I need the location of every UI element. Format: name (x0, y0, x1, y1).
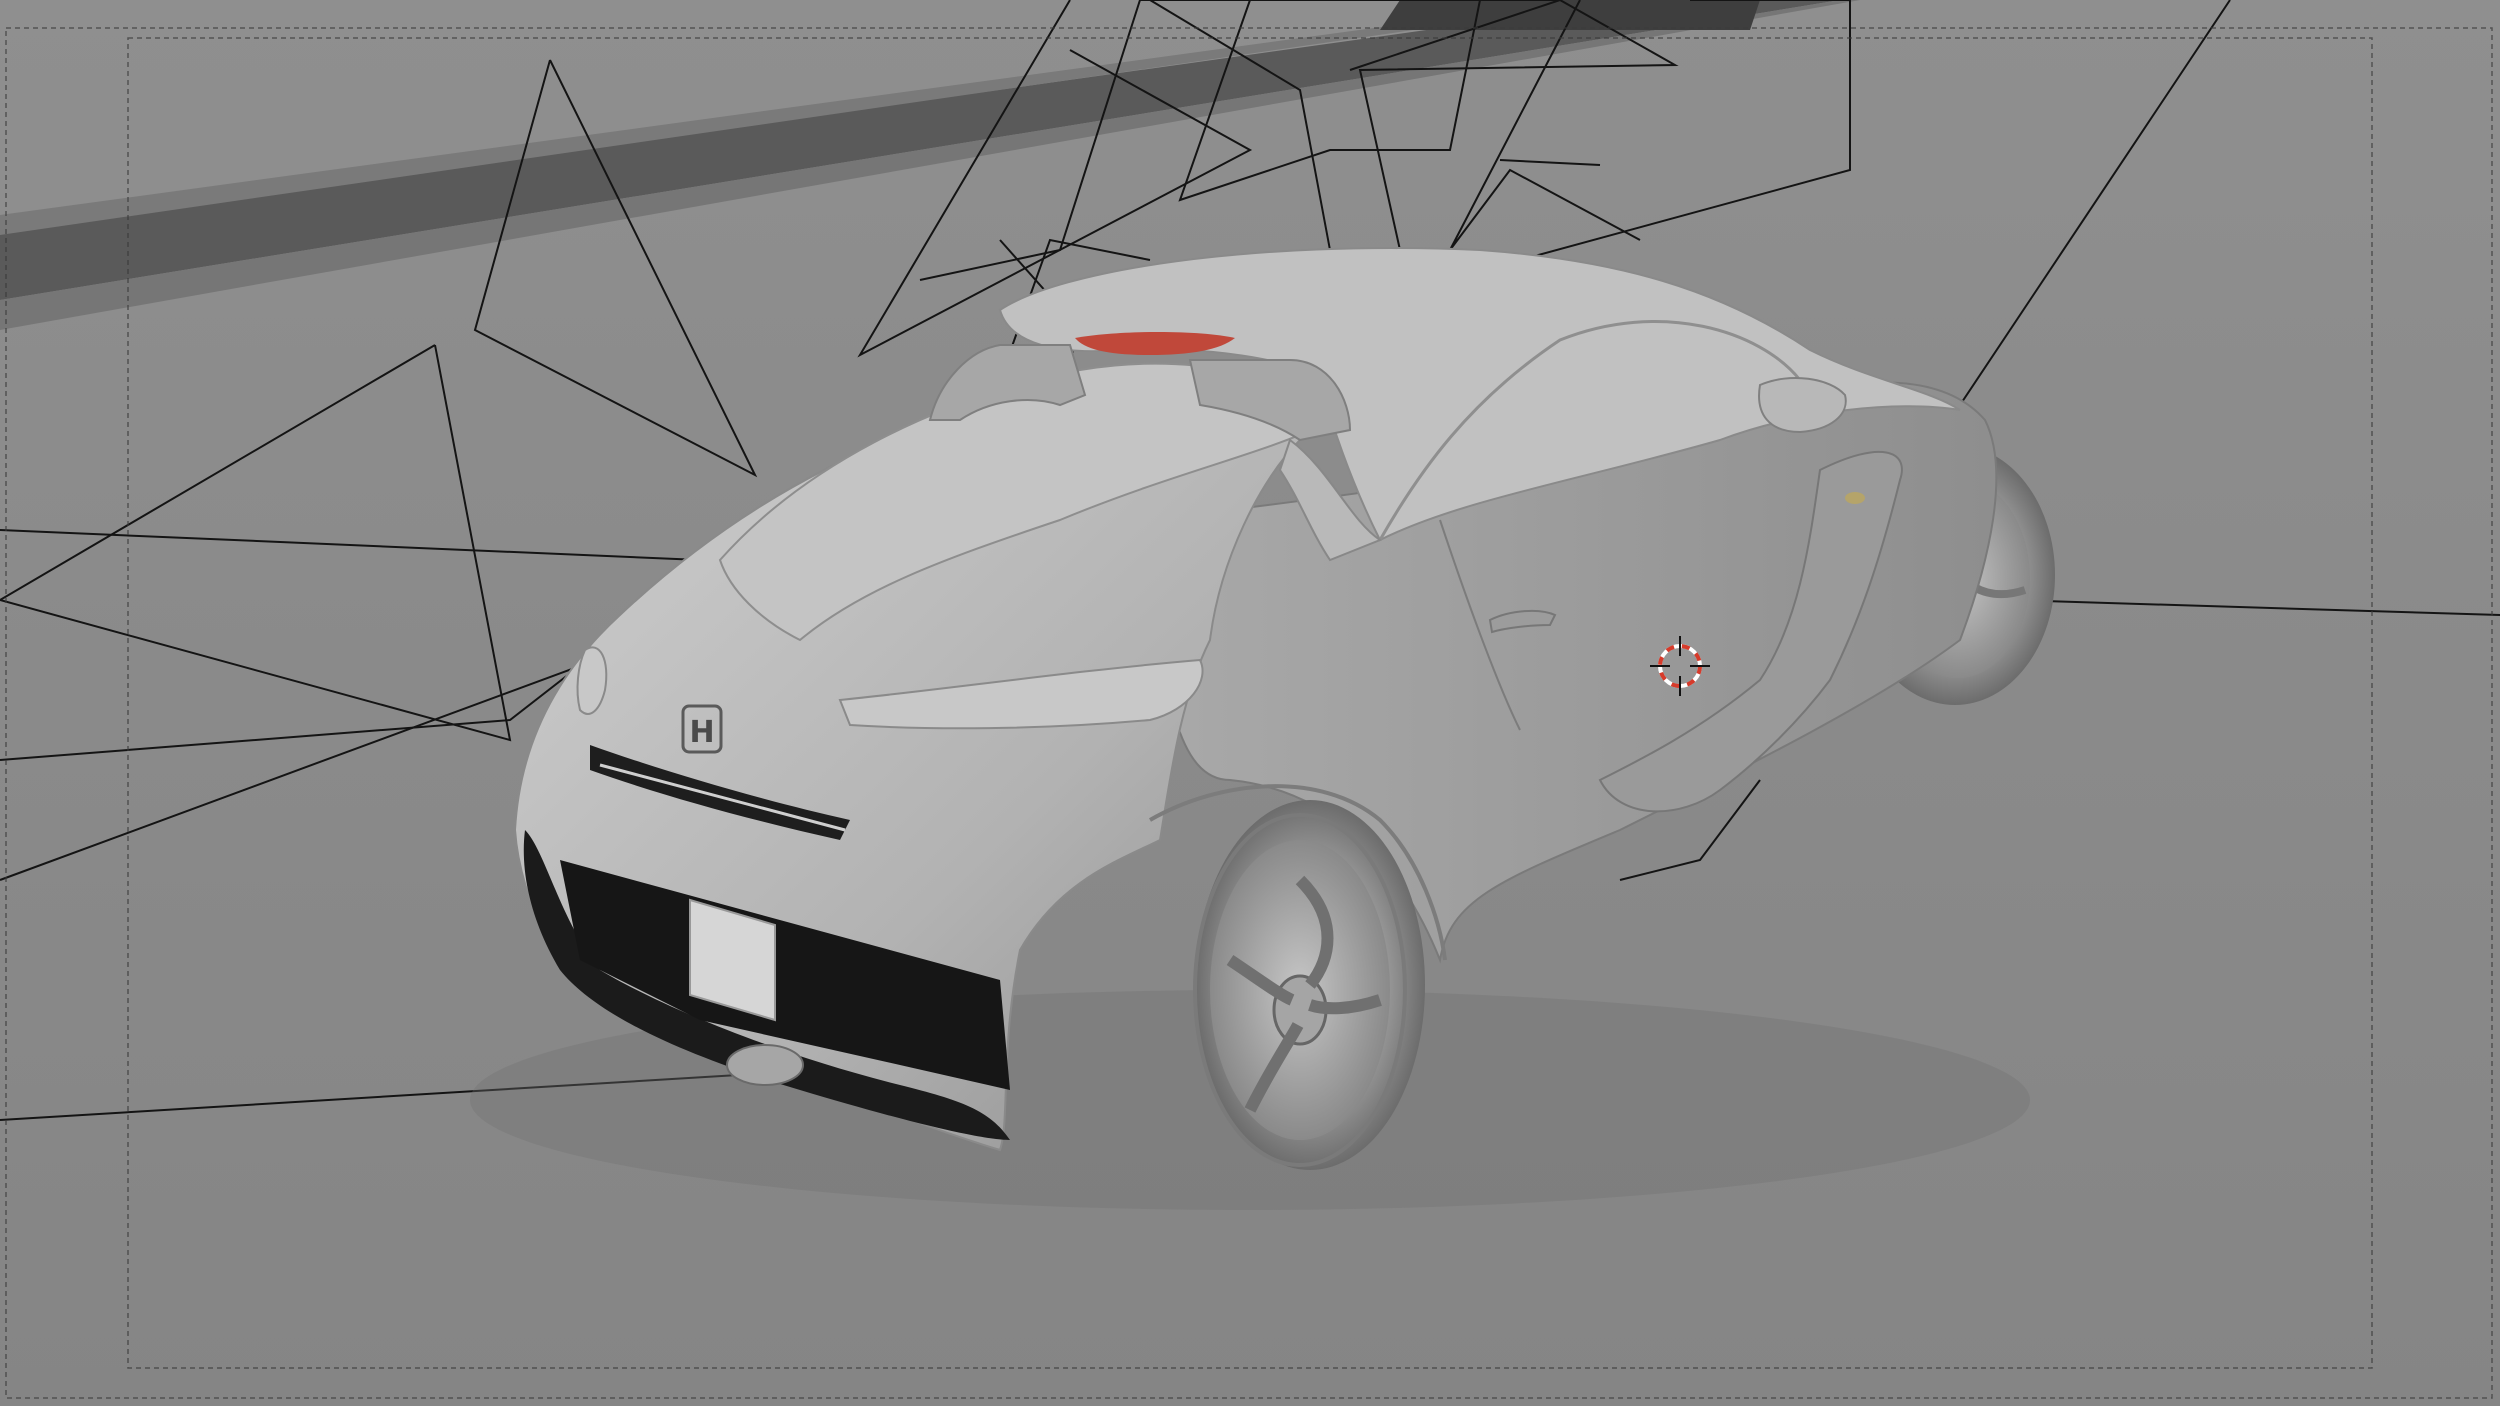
3d-viewport[interactable]: H (0, 0, 2500, 1406)
scene-render[interactable]: H (0, 0, 2500, 1406)
side-marker-light (1845, 492, 1865, 504)
svg-text:H: H (689, 715, 714, 750)
rear-left-wheel (1193, 800, 1425, 1170)
exhaust-tip (726, 1044, 804, 1086)
